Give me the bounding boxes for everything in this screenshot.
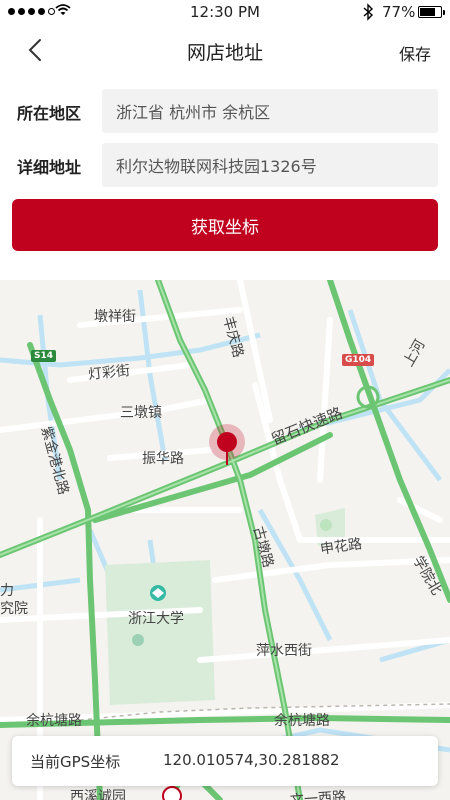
- highway-shield-s14: S14: [31, 350, 57, 362]
- region-row: 所在地区 浙江省 杭州市 余杭区: [0, 89, 450, 133]
- map-label-jiuyuan: 究院: [0, 601, 28, 617]
- detail-address-field[interactable]: 利尔达物联网科技园1326号: [102, 143, 438, 187]
- map-view[interactable]: 墩祥街 丰庆路 灯彩街 三墩镇 紫金港北路 振华路 留石快速路 古墩路 申花路 …: [0, 280, 450, 800]
- gps-value: 120.010574,30.281882: [163, 751, 340, 769]
- map-label-zhenhua: 振华路: [142, 451, 184, 467]
- map-label-pingshui: 萍水西街: [256, 643, 312, 659]
- gps-label: 当前GPS坐标: [30, 753, 121, 771]
- map-label-zju: 浙江大学: [128, 611, 184, 627]
- gps-coordinates-panel: 当前GPS坐标 120.010574,30.281882: [12, 736, 438, 786]
- map-label-sandun: 三墩镇: [120, 405, 162, 421]
- page-title: 网店地址: [186, 42, 263, 64]
- region-label: 所在地区: [17, 104, 82, 123]
- map-label-li: 力: [0, 583, 14, 599]
- map-label-dunxiang: 墩祥街: [94, 309, 136, 325]
- app-screen: 12:30 PM 77% 网店地址 保存 所在地区 浙江省 杭州市 余杭区 详细…: [0, 0, 450, 800]
- navigation-bar: 网店地址 保存: [0, 24, 450, 76]
- highway-shield-g104: G104: [342, 354, 375, 366]
- detail-address-row: 详细地址 利尔达物联网科技园1326号: [0, 143, 450, 187]
- bluetooth-icon: [363, 3, 374, 21]
- battery-percentage: 77%: [382, 3, 416, 21]
- battery-icon: [418, 6, 445, 18]
- get-coordinates-button[interactable]: 获取坐标: [12, 199, 438, 251]
- map-label-xixi: 西溪诚园: [70, 789, 126, 800]
- map-label-yuhang-tang-east: 余杭塘路: [274, 713, 330, 729]
- detail-address-label: 详细地址: [17, 158, 82, 177]
- save-button[interactable]: 保存: [399, 41, 431, 65]
- status-bar: 12:30 PM 77%: [0, 0, 450, 24]
- map-label-yuhang-tang: 余杭塘路: [26, 713, 82, 729]
- region-field[interactable]: 浙江省 杭州市 余杭区: [102, 89, 438, 133]
